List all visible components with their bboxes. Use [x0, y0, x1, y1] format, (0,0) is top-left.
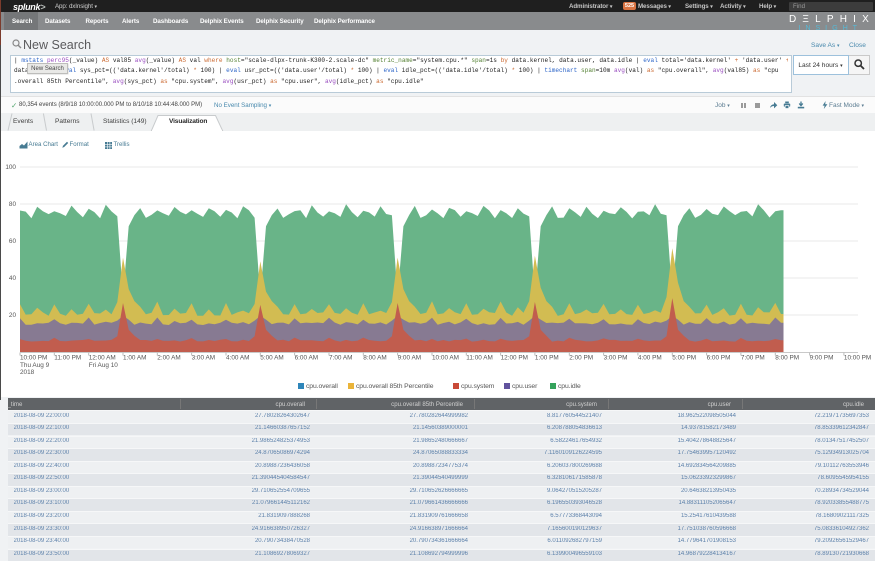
svg-text:2018: 2018: [20, 369, 35, 376]
svg-text:4:00 PM: 4:00 PM: [638, 355, 662, 362]
svg-text:11:00 PM: 11:00 PM: [54, 355, 81, 362]
svg-text:4:00 AM: 4:00 AM: [226, 355, 249, 362]
svg-text:2:00 PM: 2:00 PM: [569, 355, 593, 362]
svg-text:40: 40: [9, 275, 17, 282]
svg-text:Fri Aug 10: Fri Aug 10: [89, 362, 119, 369]
svg-text:5:00 AM: 5:00 AM: [260, 355, 283, 362]
svg-text:12:00 AM: 12:00 AM: [89, 355, 116, 362]
svg-text:7:00 PM: 7:00 PM: [741, 355, 765, 362]
svg-text:6:00 AM: 6:00 AM: [295, 355, 318, 362]
svg-text:11:00 AM: 11:00 AM: [466, 355, 493, 362]
svg-text:10:00 PM: 10:00 PM: [844, 355, 871, 362]
svg-text:6:00 PM: 6:00 PM: [707, 355, 731, 362]
svg-text:1:00 AM: 1:00 AM: [123, 355, 146, 362]
svg-text:Thu Aug 9: Thu Aug 9: [20, 362, 50, 369]
svg-text:12:00 PM: 12:00 PM: [501, 355, 528, 362]
svg-text:3:00 AM: 3:00 AM: [192, 355, 215, 362]
svg-text:60: 60: [9, 238, 17, 245]
svg-text:10:00 PM: 10:00 PM: [20, 355, 47, 362]
svg-text:3:00 PM: 3:00 PM: [604, 355, 628, 362]
svg-text:20: 20: [9, 312, 17, 319]
svg-text:7:00 AM: 7:00 AM: [329, 355, 352, 362]
svg-text:9:00 AM: 9:00 AM: [398, 355, 421, 362]
svg-text:1:00 PM: 1:00 PM: [535, 355, 559, 362]
svg-text:2:00 AM: 2:00 AM: [157, 355, 180, 362]
svg-text:10:00 AM: 10:00 AM: [432, 355, 459, 362]
svg-text:100: 100: [5, 164, 16, 171]
svg-text:8:00 AM: 8:00 AM: [363, 355, 386, 362]
svg-text:80: 80: [9, 201, 17, 208]
svg-text:5:00 PM: 5:00 PM: [672, 355, 696, 362]
svg-text:9:00 PM: 9:00 PM: [810, 355, 834, 362]
svg-text:8:00 PM: 8:00 PM: [775, 355, 799, 362]
